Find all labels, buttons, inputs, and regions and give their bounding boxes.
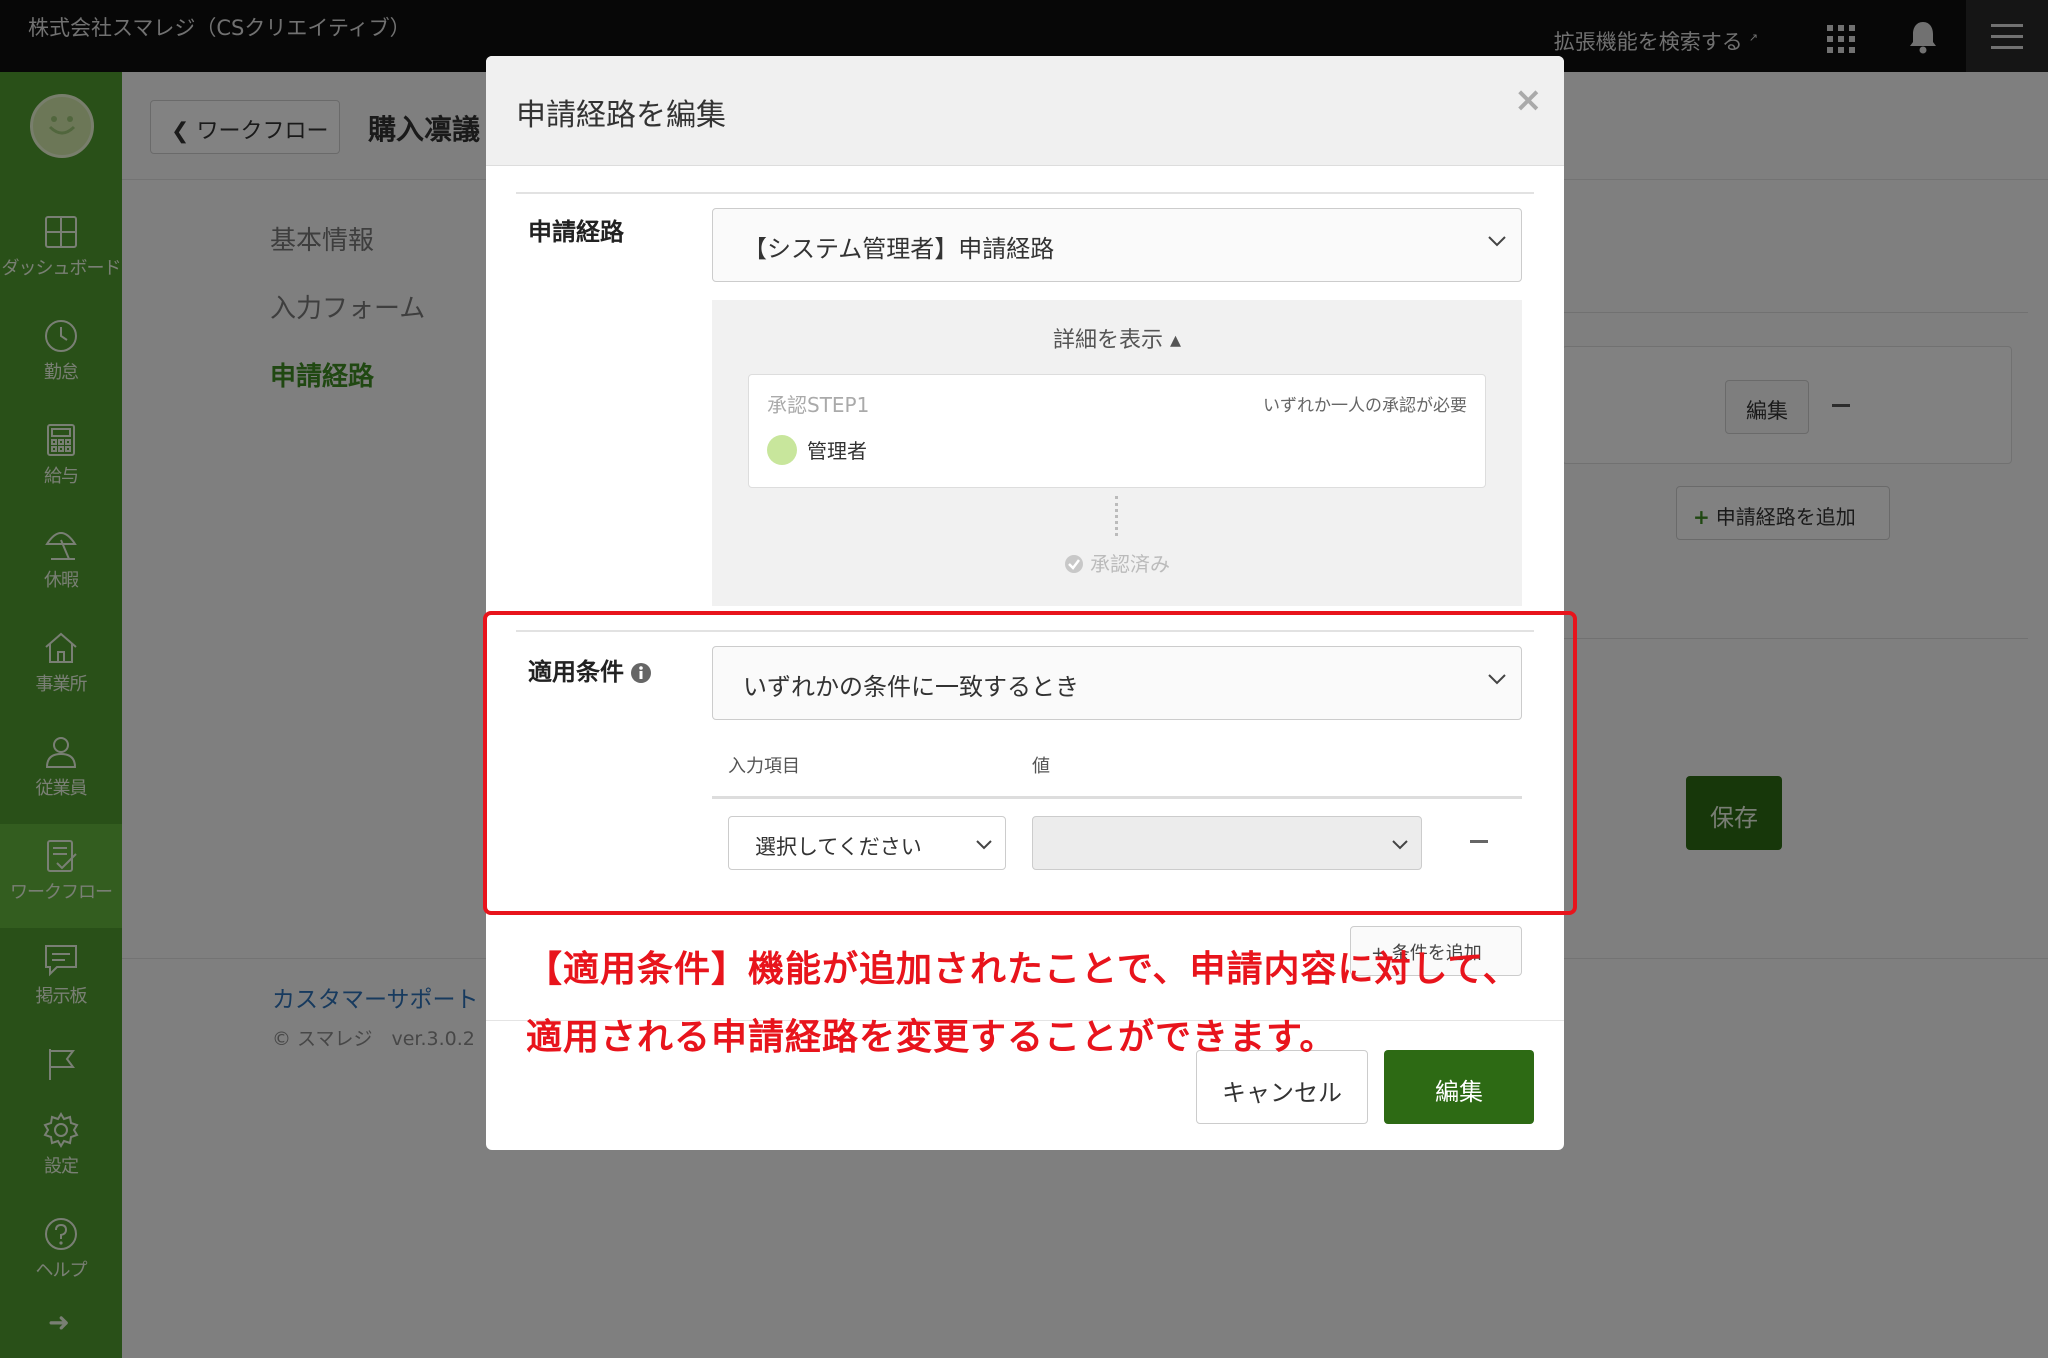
step-connector	[1115, 496, 1118, 536]
annotation-line-1: 【適用条件】機能が追加されたことで、申請内容に対して、	[526, 949, 1520, 990]
annotation-line-2: 適用される申請経路を変更することができます。	[526, 1017, 1337, 1058]
route-label: 申請経路	[528, 218, 624, 246]
show-details-label: 詳細を表示	[1052, 328, 1163, 353]
submit-edit-button[interactable]: 編集	[1384, 1050, 1534, 1124]
step-name: 承認STEP1	[767, 393, 870, 417]
chevron-down-icon	[1488, 236, 1506, 247]
approver-name: 管理者	[807, 439, 867, 463]
approval-step-card: 承認STEP1 いずれか一人の承認が必要 管理者	[748, 374, 1486, 488]
approver-avatar	[767, 435, 797, 465]
modal-title: 申請経路を編集	[516, 98, 726, 133]
modal-header: 申請経路を編集 ×	[486, 56, 1564, 166]
approved-status: 承認済み	[712, 548, 1522, 577]
route-detail-panel: 詳細を表示 ▴ 承認STEP1 いずれか一人の承認が必要 管理者 承認済み	[712, 300, 1522, 606]
route-select-value: 【システム管理者】申請経路	[743, 235, 1055, 263]
close-icon[interactable]: ×	[1514, 80, 1543, 120]
highlight-box	[483, 611, 1577, 915]
caret-up-icon: ▴	[1169, 328, 1182, 353]
cancel-button[interactable]: キャンセル	[1196, 1050, 1368, 1124]
approved-label: 承認済み	[1090, 552, 1170, 576]
divider	[516, 192, 1534, 194]
show-details-toggle[interactable]: 詳細を表示 ▴	[712, 322, 1522, 354]
check-circle-icon	[1065, 555, 1083, 573]
route-select[interactable]: 【システム管理者】申請経路	[712, 208, 1522, 282]
step-requirement: いずれか一人の承認が必要	[1263, 396, 1467, 416]
